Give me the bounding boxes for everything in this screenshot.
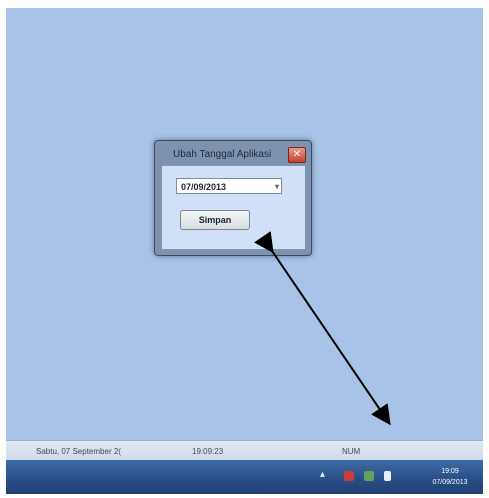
status-time: 19:09:23 — [192, 447, 224, 456]
change-date-dialog: Ubah Tanggal Aplikasi ✕ 07/09/2013 ▾ Sim… — [154, 140, 312, 256]
chevron-down-icon[interactable]: ▾ — [275, 179, 279, 195]
close-icon: ✕ — [292, 149, 302, 160]
clock-time: 19:09 — [441, 468, 459, 475]
clock-date: 07/09/2013 — [432, 479, 468, 486]
status-date: Sabtu, 07 September 2( — [36, 447, 121, 456]
network-icon[interactable] — [364, 471, 374, 481]
status-num: NUM — [342, 447, 361, 456]
flag-icon[interactable] — [344, 471, 354, 481]
dialog-body: 07/09/2013 ▾ Simpan — [161, 165, 306, 250]
status-bar: Sabtu, 07 September 2( 19:09:23 NUM — [6, 440, 483, 461]
close-button[interactable]: ✕ — [288, 147, 306, 163]
date-value: 07/09/2013 — [181, 182, 227, 192]
save-button[interactable]: Simpan — [180, 210, 250, 230]
volume-icon[interactable] — [384, 471, 391, 481]
show-hidden-icons-icon[interactable]: ▴ — [320, 469, 325, 480]
taskbar-clock[interactable]: 19:09 07/09/2013 — [424, 466, 476, 488]
dialog-title: Ubah Tanggal Aplikasi — [173, 149, 272, 160]
date-picker-field[interactable]: 07/09/2013 ▾ — [176, 178, 282, 194]
taskbar: ▴ 19:09 07/09/2013 — [6, 460, 483, 494]
